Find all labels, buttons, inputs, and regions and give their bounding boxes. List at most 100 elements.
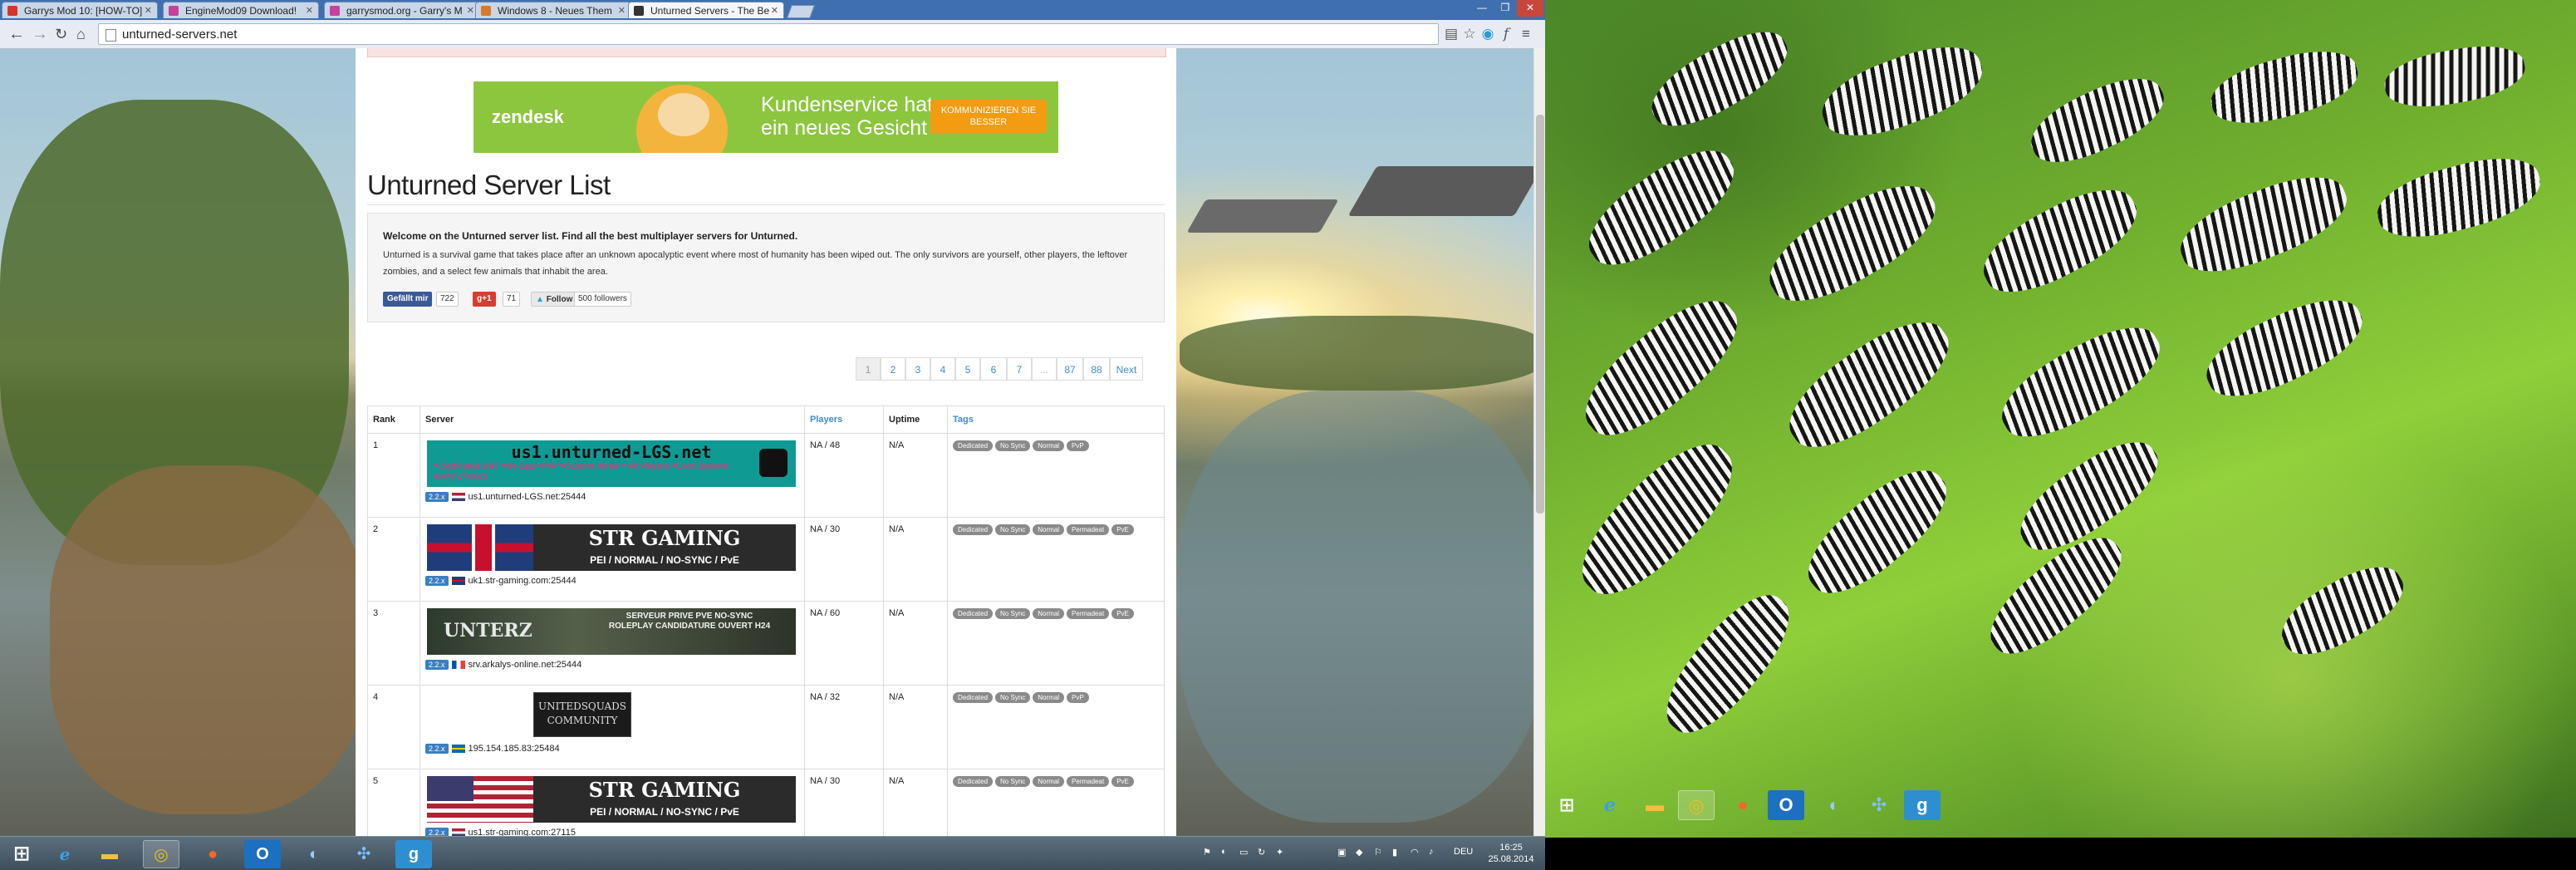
advertisement-banner[interactable]: zendesk Kundenservice hat ein neues Gesi… — [473, 81, 1058, 153]
address-bar[interactable]: unturned-servers.net — [98, 23, 1439, 45]
reader-icon[interactable]: ▤ — [1442, 25, 1460, 43]
tag-badge[interactable]: Permadeat — [1067, 608, 1110, 619]
page-link-6[interactable]: 6 — [980, 357, 1007, 381]
tag-badge[interactable]: Permadeat — [1067, 776, 1110, 787]
table-row[interactable]: 3 UNTERZ SERVEUR PRIVE PVE NO-SYNC ROLEP… — [367, 601, 1165, 686]
tray-steam-icon[interactable]: ◐ — [1221, 847, 1227, 857]
table-row[interactable]: 2 STR GAMING PEI / NORMAL / NO-SYNC / Pv… — [367, 517, 1165, 602]
tray-volume-icon[interactable]: ♪ — [1429, 847, 1434, 857]
tag-badge[interactable]: Normal — [1033, 692, 1065, 703]
tag-badge[interactable]: Normal — [1033, 440, 1065, 451]
tray-shield-icon[interactable]: ◆ — [1356, 847, 1362, 858]
table-row[interactable]: 1 us1.unturned-LGS.net = Dedicated 24/7 … — [367, 433, 1165, 518]
chrome-icon[interactable]: ◎ — [1678, 790, 1715, 820]
close-icon[interactable]: ✕ — [618, 2, 626, 18]
gplus-button[interactable]: g+1 — [473, 292, 496, 307]
tray-flag-icon[interactable]: ⚐ — [1374, 847, 1382, 858]
chrome-icon[interactable]: ◎ — [143, 840, 179, 868]
taskbar-clock[interactable]: 16:25 25.08.2014 — [1484, 842, 1538, 865]
tag-badge[interactable]: PvE — [1111, 608, 1134, 619]
teamspeak-icon[interactable]: ✣ — [1861, 790, 1897, 820]
tray-battery-icon[interactable]: ▮ — [1392, 847, 1397, 858]
ad-cta-button[interactable]: KOMMUNIZIEREN SIE BESSER — [930, 100, 1047, 133]
tag-badge[interactable]: No Sync — [995, 524, 1031, 535]
server-address[interactable]: us1.str-gaming.com:27115 — [469, 828, 576, 836]
server-banner[interactable]: STR GAMING PEI / NORMAL / NO-SYNC / PvE — [427, 776, 796, 823]
col-players[interactable]: Players — [804, 406, 884, 434]
page-next[interactable]: Next — [1110, 357, 1143, 381]
page-link-87[interactable]: 87 — [1057, 357, 1083, 381]
tag-badge[interactable]: Permadeat — [1067, 524, 1110, 535]
page-link-1[interactable]: 1 — [856, 357, 881, 381]
tray-sync-icon[interactable]: ↻ — [1258, 847, 1265, 858]
page-link-5[interactable]: 5 — [955, 357, 980, 381]
tab-garrysmod-org[interactable]: garrysmod.org - Garry's M ✕ — [324, 2, 480, 18]
vertical-scrollbar[interactable] — [1533, 48, 1545, 836]
close-window-icon[interactable]: ✕ — [1517, 0, 1543, 17]
bookmark-star-icon[interactable]: ☆ — [1460, 25, 1479, 43]
origin-icon[interactable]: ● — [194, 840, 231, 868]
tray-network-icon[interactable]: ⚑ — [1203, 847, 1211, 858]
menu-icon[interactable]: ≡ — [1517, 25, 1535, 43]
tag-badge[interactable]: PvE — [1111, 524, 1134, 535]
page-link-88[interactable]: 88 — [1083, 357, 1110, 381]
windows-start-icon[interactable]: ⊞ — [3, 840, 40, 868]
server-banner[interactable]: UNITEDSQUADS COMMUNITY — [533, 692, 631, 737]
twitter-follow-button[interactable]: ▲ Follow — [531, 292, 578, 307]
outlook-icon[interactable]: O — [1768, 790, 1804, 820]
tag-badge[interactable]: Dedicated — [953, 608, 994, 619]
home-icon[interactable]: ⌂ — [76, 25, 86, 43]
server-banner[interactable]: UNTERZ SERVEUR PRIVE PVE NO-SYNC ROLEPLA… — [427, 608, 796, 655]
tab-enginemod[interactable]: EngineMod09 Download! ✕ — [163, 2, 319, 18]
tag-badge[interactable]: PvP — [1067, 692, 1089, 703]
g-app-icon[interactable]: g — [395, 840, 432, 868]
function-extension-icon[interactable]: f — [1497, 25, 1515, 43]
tag-badge[interactable]: Normal — [1033, 524, 1065, 535]
reload-icon[interactable]: ↻ — [55, 25, 67, 43]
file-explorer-icon[interactable]: ▬ — [1636, 790, 1673, 820]
page-viewport[interactable]: zendesk Kundenservice hat ein neues Gesi… — [0, 48, 1533, 836]
extension-icon[interactable]: ◉ — [1479, 25, 1497, 43]
steam-icon[interactable]: ◐ — [1816, 790, 1852, 820]
teamspeak-icon[interactable]: ✣ — [346, 840, 382, 868]
steam-icon[interactable]: ◐ — [296, 840, 332, 868]
file-explorer-icon[interactable]: ▬ — [91, 840, 128, 868]
internet-explorer-icon[interactable]: e — [1592, 790, 1628, 820]
tray-display-icon[interactable]: ▭ — [1239, 847, 1248, 858]
tag-badge[interactable]: Dedicated — [953, 692, 994, 703]
tag-badge[interactable]: Normal — [1033, 608, 1065, 619]
page-link-3[interactable]: 3 — [905, 357, 930, 381]
facebook-like-button[interactable]: Gefällt mir — [383, 292, 433, 307]
tray-language[interactable]: DEU — [1454, 847, 1473, 857]
close-icon[interactable]: ✕ — [771, 2, 778, 18]
tag-badge[interactable]: PvP — [1067, 440, 1089, 451]
forward-icon[interactable]: → — [32, 25, 48, 43]
table-row[interactable]: 4 UNITEDSQUADS COMMUNITY 2.2.x 195.154.18… — [367, 685, 1165, 769]
page-link-4[interactable]: 4 — [930, 357, 955, 381]
tray-wifi-icon[interactable]: ◠ — [1411, 847, 1419, 858]
g-app-icon[interactable]: g — [1904, 790, 1941, 820]
tag-badge[interactable]: No Sync — [995, 776, 1031, 787]
tag-badge[interactable]: Normal — [1033, 776, 1065, 787]
origin-icon[interactable]: ● — [1725, 790, 1761, 820]
minimize-icon[interactable]: — — [1470, 0, 1494, 17]
close-icon[interactable]: ✕ — [467, 2, 474, 18]
tab-garrysmod-howto[interactable]: Garrys Mod 10: [HOW-TO] ✕ — [2, 2, 158, 18]
tag-badge[interactable]: Dedicated — [953, 524, 994, 535]
page-link-2[interactable]: 2 — [881, 357, 905, 381]
new-tab-button[interactable] — [787, 5, 815, 18]
server-address[interactable]: us1.unturned-LGS.net:25444 — [469, 492, 586, 502]
table-row[interactable]: 5 STR GAMING PEI / NORMAL / NO-SYNC / Pv… — [367, 769, 1165, 836]
server-address[interactable]: 195.154.185.83:25484 — [469, 744, 560, 754]
close-icon[interactable]: ✕ — [145, 2, 152, 18]
tag-badge[interactable]: No Sync — [995, 692, 1031, 703]
internet-explorer-icon[interactable]: e — [47, 840, 83, 868]
tray-nvidia-icon[interactable]: ▣ — [1337, 847, 1346, 858]
scrollbar-thumb[interactable] — [1536, 115, 1544, 514]
tag-badge[interactable]: Dedicated — [953, 776, 994, 787]
server-address[interactable]: uk1.str-gaming.com:25444 — [469, 576, 577, 586]
maximize-icon[interactable]: ❐ — [1494, 0, 1517, 17]
server-banner[interactable]: STR GAMING PEI / NORMAL / NO-SYNC / PvE — [427, 524, 796, 571]
back-icon[interactable]: ← — [8, 25, 25, 43]
tray-app-icon[interactable]: ✦ — [1276, 847, 1283, 858]
